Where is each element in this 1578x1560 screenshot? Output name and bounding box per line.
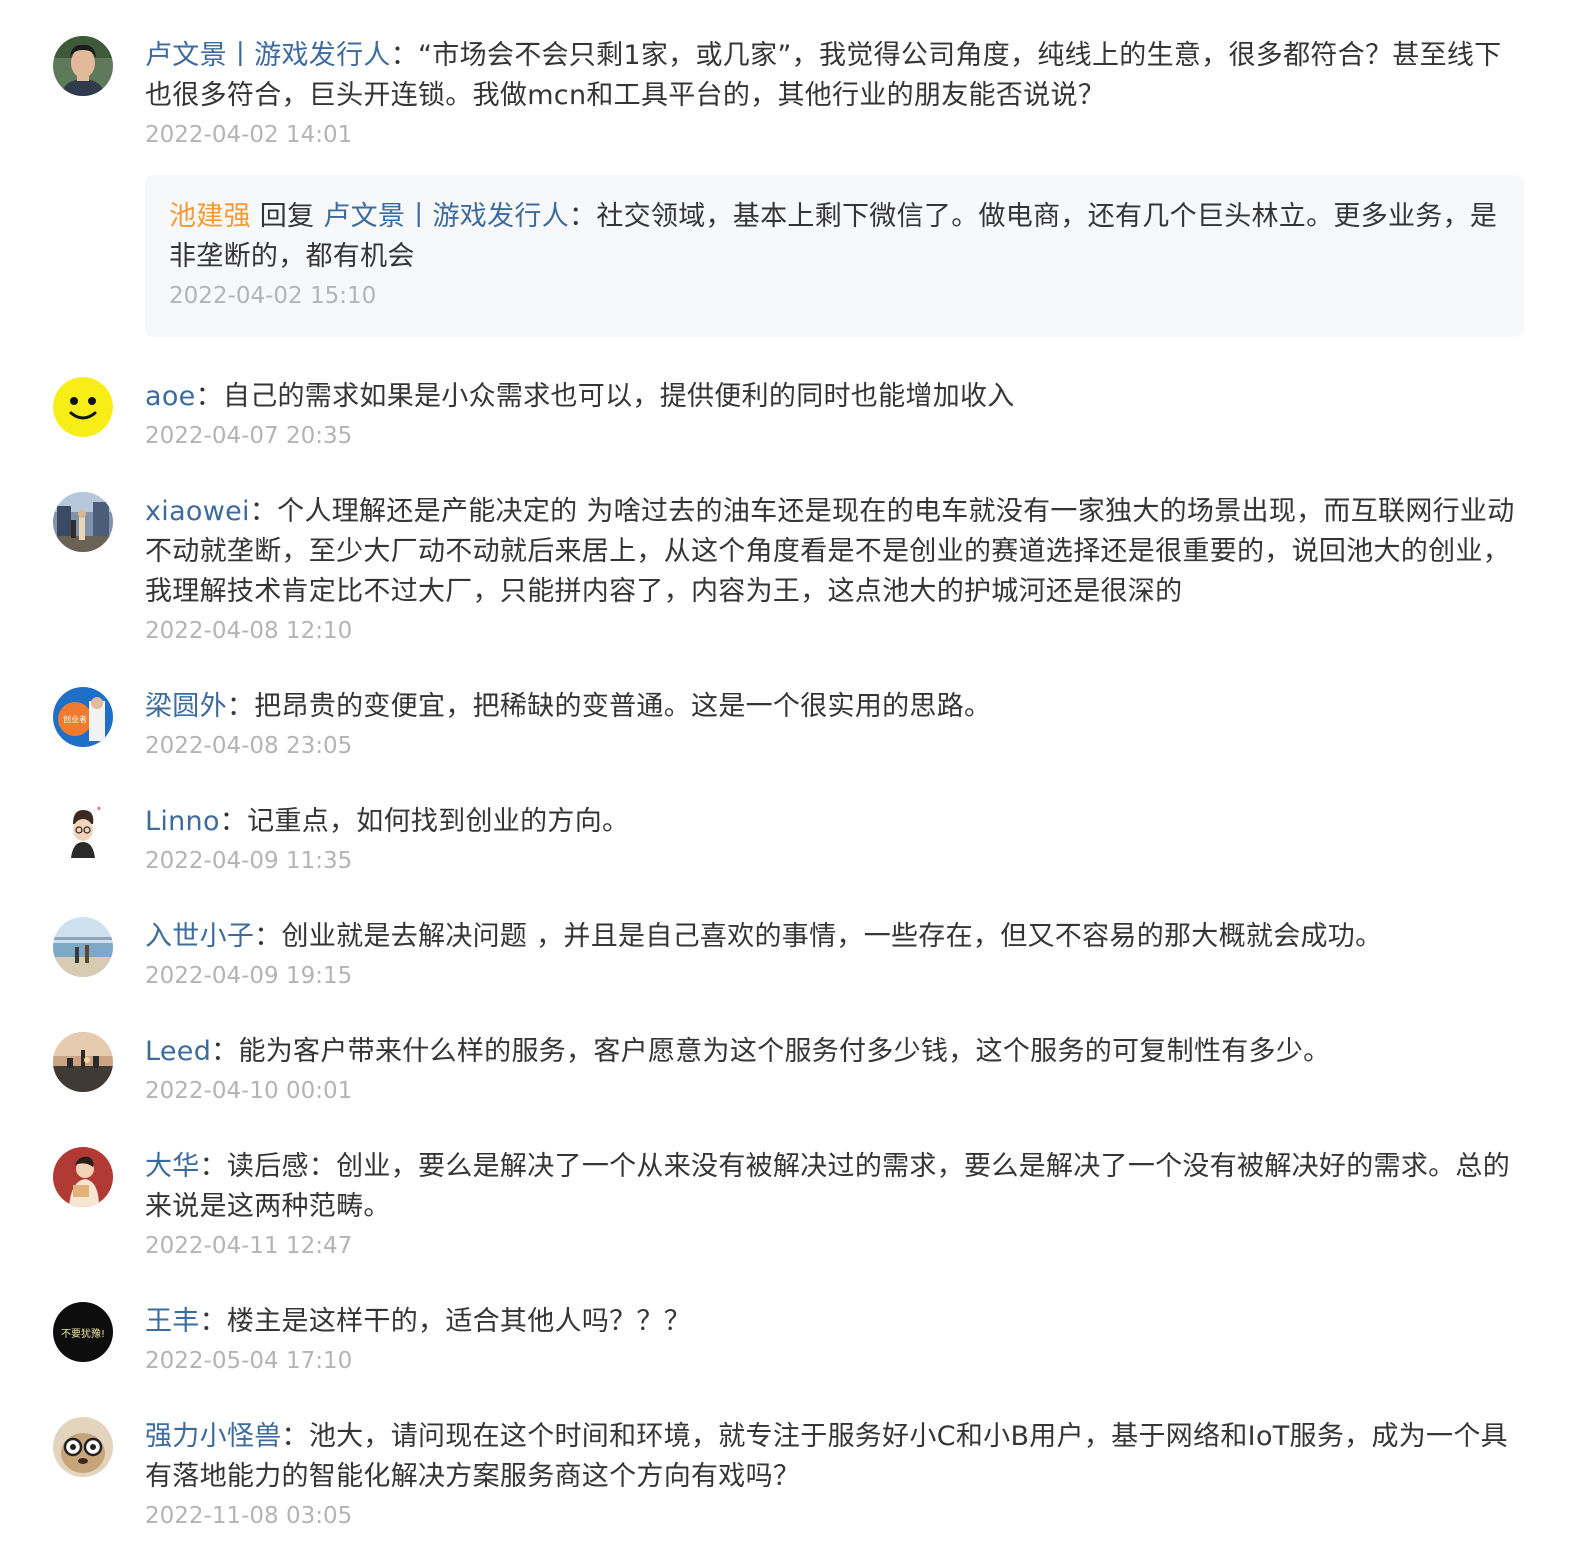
comment-content: 把昂贵的变便宜，把稀缺的变普通。这是一个很实用的思路。: [254, 691, 992, 722]
reply-box: 池建强 回复 卢文景丨游戏发行人：社交领域，基本上剩下微信了。做电商，还有几个巨…: [145, 175, 1524, 337]
comment-time: 2022-04-08 23:05: [145, 733, 353, 759]
comment-content: 记重点，如何找到创业的方向。: [247, 806, 630, 837]
comment-content: 自己的需求如果是小众需求也可以，提供便利的同时也能增加收入: [222, 381, 1015, 412]
comment-author[interactable]: aoe: [145, 381, 196, 412]
colon: ：: [254, 921, 282, 952]
avatar[interactable]: [53, 492, 113, 552]
comment-content: 能为客户带来什么样的服务，客户愿意为这个服务付多少钱，这个服务的可复制性有多少。: [238, 1036, 1331, 1067]
reply-author[interactable]: 池建强: [169, 201, 251, 232]
photo-man-icon: [53, 36, 113, 96]
black-text-icon: 不要犹豫!: [53, 1302, 113, 1362]
comment-time: 2022-11-08 03:05: [145, 1503, 353, 1529]
comment-author[interactable]: xiaowei: [145, 496, 250, 527]
orange-badge-icon: 创业者: [53, 687, 113, 747]
beach-photo-icon: [53, 917, 113, 977]
comment-time: 2022-05-04 17:10: [145, 1348, 353, 1374]
colon: ：: [569, 201, 597, 232]
avatar[interactable]: [53, 1147, 113, 1207]
colon: ：: [195, 381, 223, 412]
glasses-dog-icon: [53, 1417, 113, 1477]
comment-content: 个人理解还是产能决定的 为啥过去的油车还是现在的电车就没有一家独大的场景出现，而…: [145, 496, 1515, 607]
comment-time: 2022-04-02 14:01: [145, 122, 353, 148]
comment-time: 2022-04-10 00:01: [145, 1078, 353, 1104]
avatar[interactable]: [53, 1032, 113, 1092]
comment-time: 2022-04-09 11:35: [145, 848, 353, 874]
avatar[interactable]: [53, 1417, 113, 1477]
colon: ：: [219, 806, 248, 837]
reply-target[interactable]: 卢文景丨游戏发行人: [323, 201, 569, 232]
comment-content: 池大，请问现在这个时间和环境，就专注于服务好小C和小B用户，基于网络和IoT服务…: [145, 1421, 1508, 1492]
comment-author[interactable]: Leed: [145, 1036, 211, 1067]
avatar[interactable]: 创业者: [53, 687, 113, 747]
sunset-photo-icon: [53, 1032, 113, 1092]
avatar[interactable]: [53, 36, 113, 96]
comment-author[interactable]: 入世小子: [145, 921, 254, 952]
comment-content: 创业就是去解决问题 ，并且是自己喜欢的事情，一些存在，但又不容易的那大概就会成功…: [281, 921, 1383, 952]
comment-author[interactable]: 强力小怪兽: [145, 1421, 282, 1452]
comment-author[interactable]: 王丰: [145, 1306, 200, 1337]
comment-content: 楼主是这样干的，适合其他人吗？？？: [226, 1306, 692, 1337]
comment-time: 2022-04-11 12:47: [145, 1233, 353, 1259]
comment-content: 读后感：创业，要么是解决了一个从来没有被解决过的需求，要么是解决了一个没有被解决…: [145, 1151, 1511, 1222]
svg-text:创业者: 创业者: [63, 714, 87, 724]
comment-author[interactable]: 卢文景丨游戏发行人: [145, 40, 391, 71]
colon: ：: [226, 691, 255, 722]
colon: ：: [199, 1151, 227, 1182]
street-photo-icon: [53, 492, 113, 552]
avatar[interactable]: 不要犹豫!: [53, 1302, 113, 1362]
avatar[interactable]: [53, 802, 113, 862]
avatar[interactable]: [53, 377, 113, 437]
avatar[interactable]: [53, 917, 113, 977]
colon: ：: [211, 1036, 239, 1067]
comment-author[interactable]: Linno: [145, 806, 220, 837]
comment-time: 2022-04-07 20:35: [145, 423, 353, 449]
illustration-person-icon: [53, 1147, 113, 1207]
comment-time: 2022-04-09 19:15: [145, 963, 353, 989]
colon: ：: [249, 496, 278, 527]
colon: ：: [281, 1421, 309, 1452]
comment-author[interactable]: 大华: [145, 1151, 200, 1182]
cartoon-boy-icon: [53, 802, 113, 862]
colon: ：: [199, 1306, 227, 1337]
comment-time: 2022-04-08 12:10: [145, 618, 353, 644]
comment-author[interactable]: 梁圆外: [145, 691, 227, 722]
colon: ：: [390, 40, 419, 71]
reply-verb: 回复: [259, 201, 315, 232]
smiley-face-icon: [53, 377, 113, 437]
avatar-text: 不要犹豫!: [61, 1327, 105, 1340]
reply-time: 2022-04-02 15:10: [169, 283, 377, 309]
